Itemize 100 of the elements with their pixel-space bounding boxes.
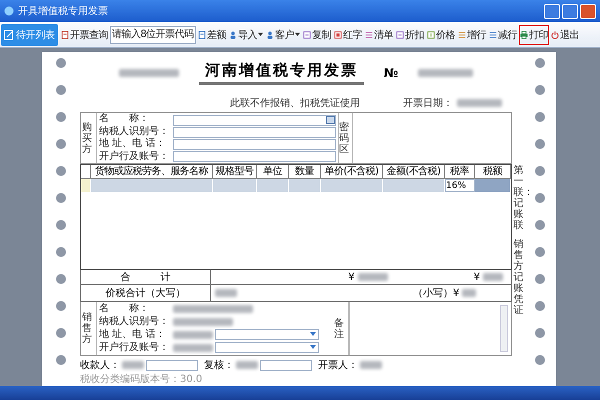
document-icon	[396, 30, 404, 38]
document-icon	[198, 30, 206, 38]
blurred-text	[173, 344, 213, 352]
person-icon	[266, 30, 274, 38]
field-label: 名 称：	[99, 113, 150, 126]
punch-hole	[56, 112, 66, 122]
window-title: 开具增值税专用发票	[18, 4, 109, 18]
blurred-text	[118, 69, 179, 77]
toolbar-button[interactable]: 开票查询	[60, 24, 109, 44]
punch-hole	[535, 220, 545, 230]
list-icon	[364, 30, 373, 38]
blurred-text	[173, 318, 233, 326]
copy-label: 销售方记账凭证	[514, 238, 524, 317]
input-field[interactable]	[146, 360, 198, 370]
punch-hole	[56, 247, 66, 257]
blurred-text	[462, 289, 476, 297]
caret-icon	[310, 345, 316, 350]
document-icon	[426, 30, 435, 38]
field-label: 纳税人识别号：	[99, 126, 170, 138]
punch-hole	[56, 193, 66, 203]
blurred-text	[173, 330, 213, 339]
field-label: 纳税人识别号：	[99, 316, 170, 328]
punch-hole	[56, 85, 66, 95]
toolbar-button[interactable]: 打印	[518, 24, 549, 44]
dropdown-button[interactable]: 导入	[228, 24, 264, 44]
maximize-button[interactable]	[562, 4, 578, 18]
toolbar-button[interactable]: 退出	[550, 24, 580, 44]
scrollbar[interactable]	[500, 305, 508, 352]
section-label: 购买方	[82, 120, 93, 156]
blurred-text	[236, 361, 258, 369]
input-field[interactable]	[173, 126, 336, 138]
currency-symbol: ¥	[474, 272, 480, 282]
signature-label: 收款人：	[80, 359, 120, 372]
power-icon	[550, 30, 559, 38]
list-icon	[458, 30, 466, 38]
toolbar-button[interactable]: 复制	[302, 24, 332, 44]
dropdown-field[interactable]	[215, 329, 319, 340]
document-icon	[334, 30, 342, 38]
field-label: 开户行及账号：	[99, 150, 170, 163]
punch-hole	[56, 355, 66, 365]
section-label: 销售方	[82, 311, 93, 346]
number-label: №	[384, 66, 398, 80]
blurred-text	[457, 99, 502, 107]
section-label: 备注	[334, 316, 345, 340]
section-label: 密码区	[339, 120, 350, 156]
notice-text: 此联不作报销、扣税凭证使用	[230, 96, 361, 110]
punch-hole	[56, 328, 66, 338]
printer-icon	[520, 30, 528, 38]
person-icon	[228, 30, 237, 38]
punch-hole	[535, 193, 545, 203]
document-icon	[302, 30, 311, 38]
input-field[interactable]	[173, 150, 336, 162]
input-field[interactable]	[260, 360, 312, 370]
punch-hole	[535, 274, 545, 284]
caret-icon	[310, 332, 316, 338]
close-button[interactable]	[580, 4, 596, 18]
total-label: 合 计	[81, 270, 211, 284]
dropdown-button[interactable]: 客户	[264, 24, 301, 44]
blurred-text	[215, 289, 237, 297]
dropdown-field[interactable]	[215, 342, 319, 354]
currency-symbol: ¥	[348, 272, 355, 282]
blurred-text	[358, 273, 388, 281]
caret-icon	[294, 32, 300, 37]
punch-hole	[56, 58, 66, 68]
grand-total-label: 价税合计（大写）	[81, 285, 211, 301]
table-row[interactable]: 16%	[81, 179, 511, 192]
toolbar-button[interactable]: 清单	[364, 24, 394, 44]
app-icon	[4, 6, 14, 16]
field-label: 开户行及账号：	[99, 342, 170, 354]
tax-rate-field[interactable]: 16%	[445, 179, 475, 192]
document-icon	[60, 30, 69, 38]
blurred-text	[483, 273, 503, 281]
input-field[interactable]	[173, 138, 336, 150]
toolbar-button[interactable]: 增行	[456, 24, 487, 44]
toolbar-button[interactable]: 价格	[426, 24, 456, 44]
toolbar-button[interactable]: 减行	[488, 24, 518, 44]
date-label: 开票日期：	[403, 96, 453, 110]
version-text: 税收分类编码版本号：30.0	[80, 374, 204, 386]
minimize-button[interactable]	[544, 4, 560, 18]
signature-label: 开票人：	[318, 359, 358, 372]
input-field[interactable]	[173, 114, 336, 126]
punch-hole	[535, 301, 545, 311]
toolbar-button[interactable]: 折扣	[394, 24, 425, 44]
copy-label: 第一联：记账联	[514, 164, 526, 232]
blurred-text	[122, 361, 144, 369]
code-field[interactable]: 请输入8位开票代码	[110, 26, 196, 44]
punch-hole	[56, 220, 66, 230]
caret-icon	[258, 32, 263, 37]
blurred-text	[418, 69, 474, 77]
small-total-label: （小写）¥	[413, 286, 460, 300]
toolbar-button[interactable]: 红字	[332, 24, 363, 44]
punch-hole	[535, 58, 545, 68]
toolbar-button[interactable]: 差额	[196, 24, 227, 44]
punch-hole	[535, 112, 545, 122]
signature-label: 复核：	[204, 358, 234, 372]
field-label: 地 址、电 话：	[99, 138, 166, 150]
field-label: 地 址、电 话：	[99, 329, 166, 342]
punch-hole	[535, 247, 545, 257]
list-icon	[488, 30, 497, 38]
punch-hole	[535, 328, 545, 338]
